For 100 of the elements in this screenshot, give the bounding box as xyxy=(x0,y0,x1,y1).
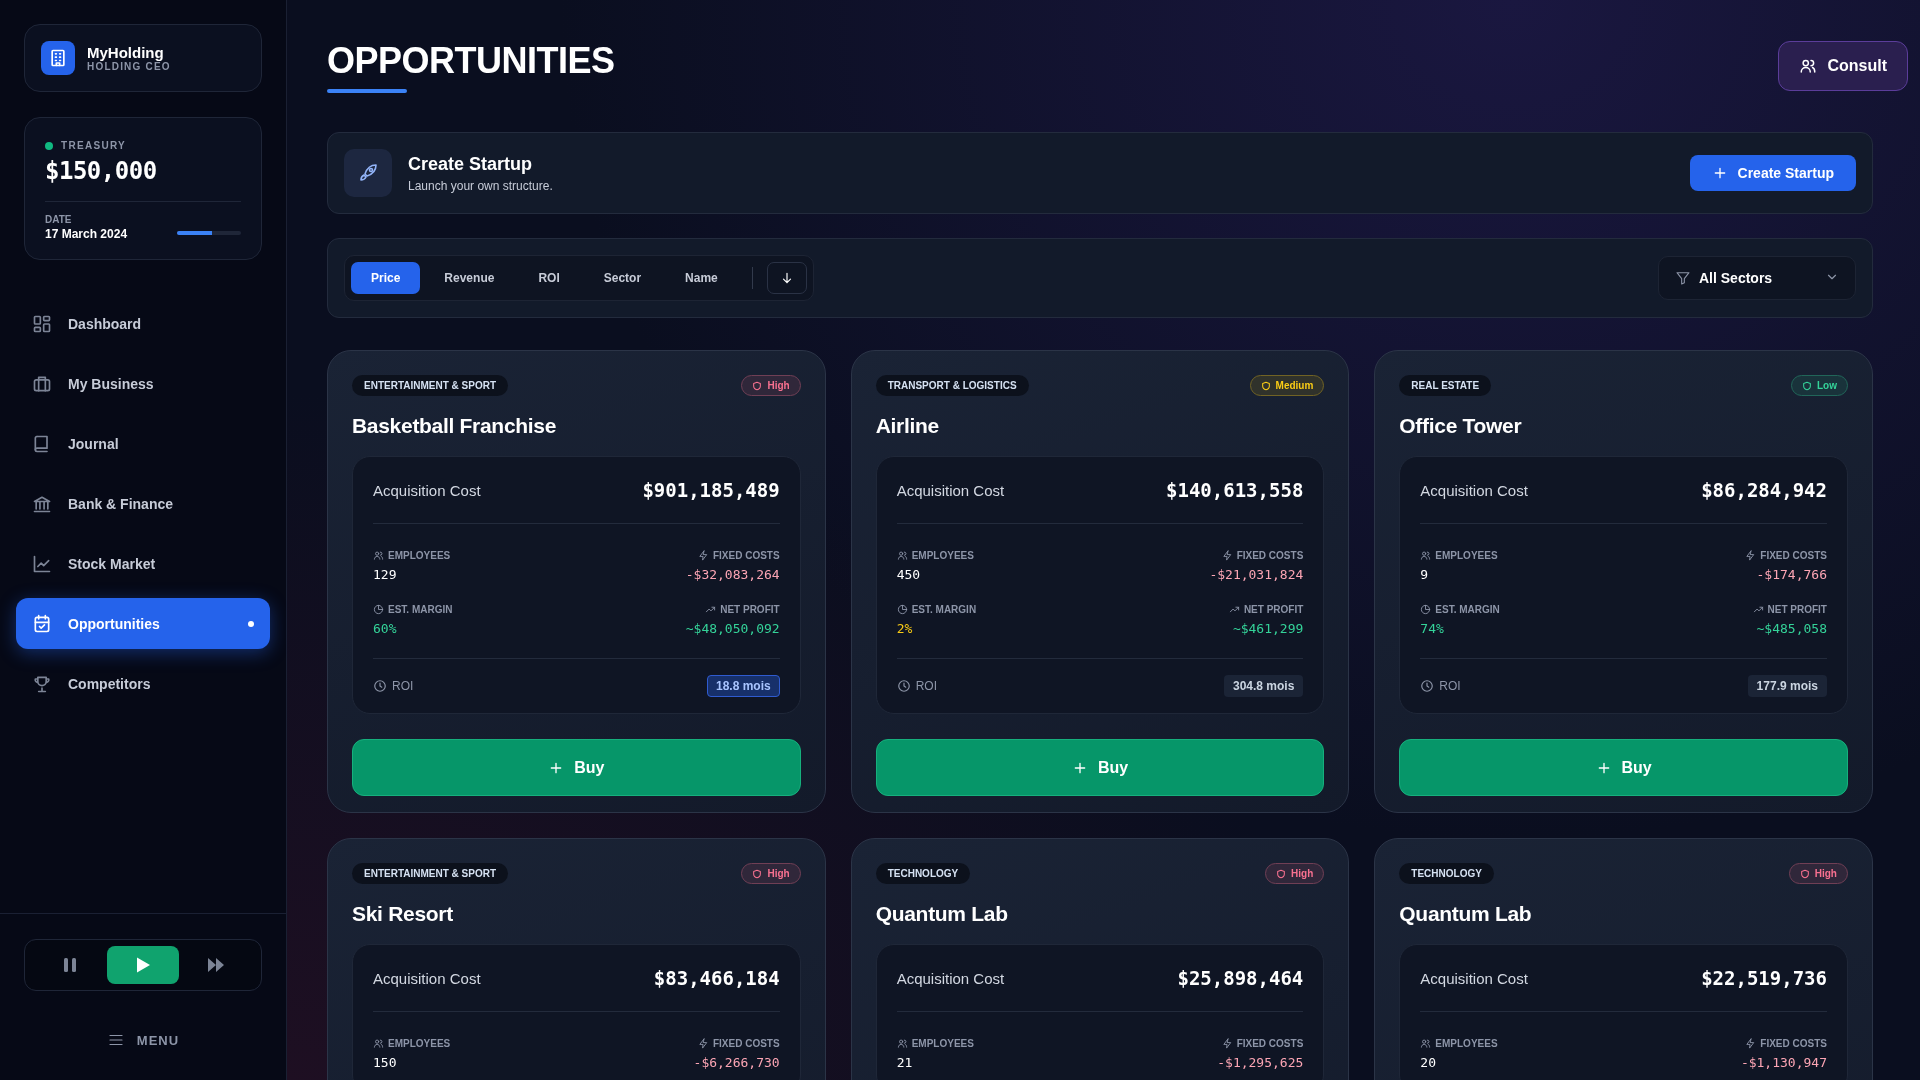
roi-label: ROI xyxy=(1439,679,1461,693)
lightning-icon xyxy=(1221,1038,1233,1049)
page-title: OPPORTUNITIES xyxy=(327,41,615,81)
lightning-icon xyxy=(697,550,709,561)
roi-badge: 177.9 mois xyxy=(1747,675,1827,697)
startup-title: Create Startup xyxy=(408,153,534,175)
cost-label: Acquisition Cost xyxy=(896,969,1005,987)
users-icon xyxy=(1799,57,1818,75)
lightning-icon xyxy=(1221,550,1233,561)
grid-icon xyxy=(32,313,52,334)
stat-label: EMPLOYEES xyxy=(911,1038,974,1049)
create-startup-button[interactable]: Create Startup xyxy=(1689,155,1856,191)
cost-value: $83,466,184 xyxy=(653,967,780,989)
startup-subtitle: Launch your own structure. xyxy=(408,178,553,193)
stat-value: ~$48,050,092 xyxy=(684,621,780,636)
stat-value: 74% xyxy=(1420,621,1445,636)
stat-label: EST. MARGIN xyxy=(388,604,453,615)
nav-item[interactable]: My Business xyxy=(16,358,270,409)
stat-value: 20 xyxy=(1420,1055,1437,1070)
buy-button[interactable]: Buy xyxy=(875,739,1325,796)
nav-item[interactable]: Dashboard xyxy=(16,298,270,349)
buy-button[interactable]: Buy xyxy=(352,739,801,796)
cost-label: Acquisition Cost xyxy=(896,481,1005,499)
sort-tab[interactable]: Price xyxy=(351,262,421,294)
calendar-check-icon xyxy=(32,613,52,634)
users-icon xyxy=(373,1038,384,1049)
sort-tab[interactable]: ROI xyxy=(518,262,580,294)
sort-tab[interactable]: Sector xyxy=(583,262,662,294)
stat-label: EMPLOYEES xyxy=(911,550,974,561)
sector-tag: TRANSPORT & LOGISTICS xyxy=(875,375,1029,396)
roi-label: ROI xyxy=(915,679,937,693)
play-button[interactable] xyxy=(107,946,179,984)
building-icon xyxy=(48,48,68,68)
date-label: DATE xyxy=(45,214,73,225)
cost-value: $86,284,942 xyxy=(1701,479,1827,501)
stat-label: EMPLOYEES xyxy=(1435,550,1498,561)
stat-label: EMPLOYEES xyxy=(1435,1038,1498,1049)
nav-item[interactable]: Journal xyxy=(16,418,270,469)
stat-label: EST. MARGIN xyxy=(911,604,977,615)
stat-label: NET PROFIT xyxy=(1767,604,1827,615)
status-dot xyxy=(45,141,53,150)
card-title: Quantum Lab xyxy=(1399,902,1533,926)
sector-dropdown[interactable]: All Sectors xyxy=(1658,256,1856,300)
filter-icon xyxy=(1675,270,1691,286)
date-value: 17 March 2024 xyxy=(45,227,128,241)
cost-value: $901,185,489 xyxy=(642,479,780,501)
sector-tag: TECHNOLOGY xyxy=(1399,863,1494,884)
stat-value: -$6,266,730 xyxy=(692,1055,780,1070)
pie-chart-icon xyxy=(896,604,908,615)
consult-button[interactable]: Consult xyxy=(1778,41,1908,91)
stat-value: 60% xyxy=(373,621,398,636)
shield-icon xyxy=(1799,868,1810,879)
cost-value: $25,898,464 xyxy=(1177,967,1304,989)
risk-label: High xyxy=(1291,868,1314,879)
nav-item[interactable]: Competitors xyxy=(16,658,270,709)
users-icon xyxy=(896,1038,908,1049)
menu-button[interactable]: MENU xyxy=(24,1031,262,1049)
risk-label: High xyxy=(1814,868,1837,879)
sort-direction-button[interactable] xyxy=(766,262,807,294)
stat-label: FIXED COSTS xyxy=(1236,550,1304,561)
users-icon xyxy=(373,550,384,561)
nav-item[interactable]: Stock Market xyxy=(16,538,270,589)
users-icon xyxy=(896,550,908,561)
stat-label: EMPLOYEES xyxy=(388,1038,451,1049)
card-title: Ski Resort xyxy=(352,902,454,926)
card-title: Office Tower xyxy=(1399,414,1523,438)
treasury-label: TREASURY xyxy=(61,140,127,151)
shield-icon xyxy=(1802,380,1812,391)
nav-item[interactable]: Bank & Finance xyxy=(16,478,270,529)
sector-tag: TECHNOLOGY xyxy=(875,863,971,884)
clock-icon xyxy=(373,679,387,693)
trend-up-icon xyxy=(1752,604,1764,615)
stat-label: EST. MARGIN xyxy=(1435,604,1500,615)
card-title: Quantum Lab xyxy=(875,902,1009,926)
fast-forward-icon xyxy=(207,957,226,973)
stat-value: -$32,083,264 xyxy=(684,567,780,582)
stat-value: -$1,295,625 xyxy=(1216,1055,1304,1070)
stat-label: FIXED COSTS xyxy=(1760,550,1827,561)
stat-label: FIXED COSTS xyxy=(712,550,780,561)
nav-item[interactable]: Opportunities xyxy=(16,598,270,649)
cost-label: Acquisition Cost xyxy=(1420,969,1528,987)
card-title: Basketball Franchise xyxy=(352,414,558,438)
sort-tab[interactable]: Revenue xyxy=(424,262,515,294)
lightning-icon xyxy=(1745,1038,1757,1049)
cost-value: $140,613,558 xyxy=(1166,479,1304,501)
buy-button[interactable]: Buy xyxy=(1399,739,1848,796)
sort-tab[interactable]: Name xyxy=(665,262,738,294)
line-chart-icon xyxy=(32,553,52,574)
stat-value: 450 xyxy=(896,567,922,582)
roi-label: ROI xyxy=(392,679,414,693)
pause-icon xyxy=(62,957,77,973)
stat-value: -$174,766 xyxy=(1755,567,1827,582)
stat-label: FIXED COSTS xyxy=(712,1038,780,1049)
clock-icon xyxy=(896,679,911,693)
stat-label: FIXED COSTS xyxy=(1760,1038,1827,1049)
roi-badge: 18.8 mois xyxy=(706,675,780,697)
brand-subtitle: HOLDING CEO xyxy=(87,61,171,72)
users-icon xyxy=(1420,550,1432,561)
play-icon xyxy=(135,956,151,974)
pie-chart-icon xyxy=(1420,604,1432,615)
